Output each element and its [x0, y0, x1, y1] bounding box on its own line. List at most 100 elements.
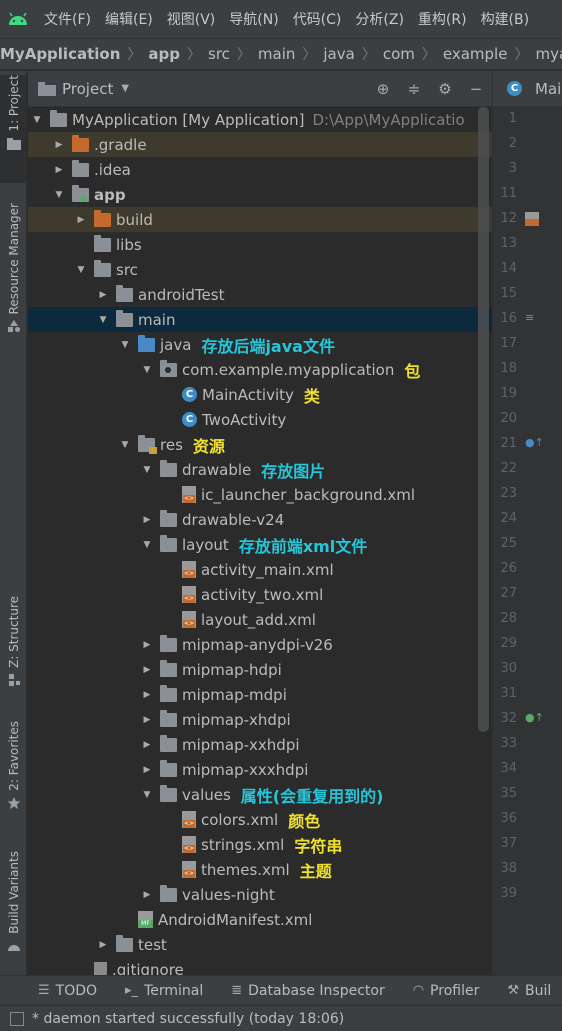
dropdown-caret-icon[interactable]: ▼: [121, 83, 129, 94]
fold-region-icon[interactable]: ≡: [525, 311, 534, 324]
tree-row[interactable]: ▶ values-night: [28, 882, 492, 907]
tree-row[interactable]: ▼ layout 存放前端xml文件: [28, 532, 492, 557]
expand-arrow-down-icon[interactable]: ▼: [140, 540, 154, 550]
tree-row[interactable]: strings.xml 字符串: [28, 832, 492, 857]
tree-row[interactable]: ▼ java 存放后端java文件: [28, 332, 492, 357]
tree-row[interactable]: ▶ test: [28, 932, 492, 957]
tree-row[interactable]: ▶ build: [28, 207, 492, 232]
hide-minus-icon[interactable]: −: [468, 80, 484, 98]
tree-row[interactable]: ▼ main: [28, 307, 492, 332]
settings-gear-icon[interactable]: ⚙: [437, 80, 453, 98]
tree-row[interactable]: ▼ res 资源: [28, 432, 492, 457]
expand-arrow-right-icon[interactable]: ▶: [52, 165, 66, 175]
menu-build[interactable]: 构建(B): [481, 9, 530, 29]
expand-arrow-right-icon[interactable]: ▶: [74, 215, 88, 225]
tree-row[interactable]: ▶ mipmap-anydpi-v26: [28, 632, 492, 657]
override-method-gutter-icon[interactable]: ●↑: [525, 436, 544, 449]
expand-arrow-down-icon[interactable]: ▼: [96, 315, 110, 325]
editor-tab-main[interactable]: C Main: [493, 71, 562, 107]
tree-row[interactable]: libs: [28, 232, 492, 257]
tree-row[interactable]: ▼ app: [28, 182, 492, 207]
tree-row[interactable]: ▶ mipmap-xxxhdpi: [28, 757, 492, 782]
tool-tab-build-variants[interactable]: Build Variants: [0, 851, 27, 961]
project-view-selector[interactable]: Project: [62, 80, 113, 98]
tree-row[interactable]: .gitignore: [28, 957, 492, 975]
breadcrumb-item[interactable]: MyApplication: [0, 45, 120, 63]
menu-file[interactable]: 文件(F): [44, 9, 91, 29]
tool-tab-database-inspector[interactable]: ≣ Database Inspector: [231, 983, 384, 999]
expand-arrow-down-icon[interactable]: ▼: [140, 465, 154, 475]
tool-tab-build[interactable]: ⚒ Buil: [507, 983, 551, 999]
expand-arrow-right-icon[interactable]: ▶: [140, 690, 154, 700]
expand-arrow-right-icon[interactable]: ▶: [140, 740, 154, 750]
menu-view[interactable]: 视图(V): [167, 9, 216, 29]
tool-tab-profiler[interactable]: ◠ Profiler: [413, 983, 480, 999]
menu-refactor[interactable]: 重构(R): [418, 9, 467, 29]
tree-row[interactable]: ▶ mipmap-mdpi: [28, 682, 492, 707]
expand-arrow-right-icon[interactable]: ▶: [96, 940, 110, 950]
tree-row[interactable]: C TwoActivity: [28, 407, 492, 432]
locate-target-icon[interactable]: ⊕: [375, 80, 391, 98]
tree-row[interactable]: ▼ MyApplication [My Application] D:\App\My…: [28, 107, 492, 132]
tree-row[interactable]: ▶ androidTest: [28, 282, 492, 307]
xml-layout-gutter-icon[interactable]: [525, 212, 539, 229]
menu-navigate[interactable]: 导航(N): [229, 9, 278, 29]
expand-arrow-down-icon[interactable]: ▼: [118, 340, 132, 350]
tree-row[interactable]: layout_add.xml: [28, 607, 492, 632]
expand-arrow-right-icon[interactable]: ▶: [140, 715, 154, 725]
expand-arrow-right-icon[interactable]: ▶: [140, 665, 154, 675]
tree-vertical-scrollbar[interactable]: [478, 107, 489, 732]
chevron-right-icon: 〉: [127, 47, 142, 63]
tree-row[interactable]: ▼ values 属性(会重复用到的): [28, 782, 492, 807]
collapse-all-icon[interactable]: ≑: [406, 80, 422, 98]
expand-arrow-down-icon[interactable]: ▼: [140, 365, 154, 375]
expand-arrow-right-icon[interactable]: ▶: [52, 140, 66, 150]
panel-toggle-icon[interactable]: [10, 1011, 24, 1026]
tree-row[interactable]: ▶ mipmap-xhdpi: [28, 707, 492, 732]
tree-row[interactable]: ▼ drawable 存放图片: [28, 457, 492, 482]
expand-arrow-down-icon[interactable]: ▼: [118, 440, 132, 450]
breadcrumb-item[interactable]: src: [208, 45, 230, 63]
tree-row[interactable]: activity_main.xml: [28, 557, 492, 582]
tool-tab-todo[interactable]: ☰ TODO: [38, 983, 97, 999]
tree-row[interactable]: ic_launcher_background.xml: [28, 482, 492, 507]
breadcrumb-item[interactable]: com: [383, 45, 415, 63]
expand-arrow-right-icon[interactable]: ▶: [96, 290, 110, 300]
menu-analyze[interactable]: 分析(Z): [355, 9, 404, 29]
tree-row[interactable]: ▼ src: [28, 257, 492, 282]
breadcrumb-item[interactable]: java: [323, 45, 354, 63]
tree-row[interactable]: themes.xml 主题: [28, 857, 492, 882]
tree-row[interactable]: ▶ drawable-v24: [28, 507, 492, 532]
tool-tab-project[interactable]: 1: Project: [0, 75, 27, 183]
tree-row[interactable]: ▶ .idea: [28, 157, 492, 182]
expand-arrow-down-icon[interactable]: ▼: [30, 115, 44, 125]
expand-arrow-down-icon[interactable]: ▼: [74, 265, 88, 275]
tree-row[interactable]: ▶ mipmap-hdpi: [28, 657, 492, 682]
expand-arrow-right-icon[interactable]: ▶: [140, 890, 154, 900]
expand-arrow-right-icon[interactable]: ▶: [140, 515, 154, 525]
tree-row[interactable]: activity_two.xml: [28, 582, 492, 607]
menu-code[interactable]: 代码(C): [293, 9, 342, 29]
tool-tab-terminal[interactable]: ▸_ Terminal: [125, 983, 203, 999]
breadcrumb-item[interactable]: myapplicatio: [535, 45, 562, 63]
breadcrumb-item[interactable]: main: [258, 45, 295, 63]
tool-tab-favorites[interactable]: 2: Favorites: [0, 721, 27, 821]
tree-row[interactable]: ▶ mipmap-xxhdpi: [28, 732, 492, 757]
tree-row[interactable]: AndroidManifest.xml: [28, 907, 492, 932]
expand-arrow-down-icon[interactable]: ▼: [140, 790, 154, 800]
tree-row[interactable]: ▼ com.example.myapplication 包: [28, 357, 492, 382]
annotation-note: 存放后端java文件: [201, 336, 335, 356]
implement-method-gutter-icon[interactable]: ●↑: [525, 711, 544, 724]
tree-row[interactable]: ▶ .gradle: [28, 132, 492, 157]
breadcrumb-item[interactable]: example: [443, 45, 508, 63]
expand-arrow-right-icon[interactable]: ▶: [140, 765, 154, 775]
menu-edit[interactable]: 编辑(E): [105, 9, 153, 29]
tree-row[interactable]: colors.xml 颜色: [28, 807, 492, 832]
tool-tab-resource-manager[interactable]: Resource Manager: [0, 203, 27, 353]
tool-tab-structure[interactable]: Z: Structure: [0, 596, 27, 696]
expand-arrow-right-icon[interactable]: ▶: [140, 640, 154, 650]
tool-tab-label: Z: Structure: [6, 596, 21, 668]
expand-arrow-down-icon[interactable]: ▼: [52, 190, 66, 200]
tree-row[interactable]: C MainActivity 类: [28, 382, 492, 407]
breadcrumb-item[interactable]: app: [148, 45, 180, 63]
